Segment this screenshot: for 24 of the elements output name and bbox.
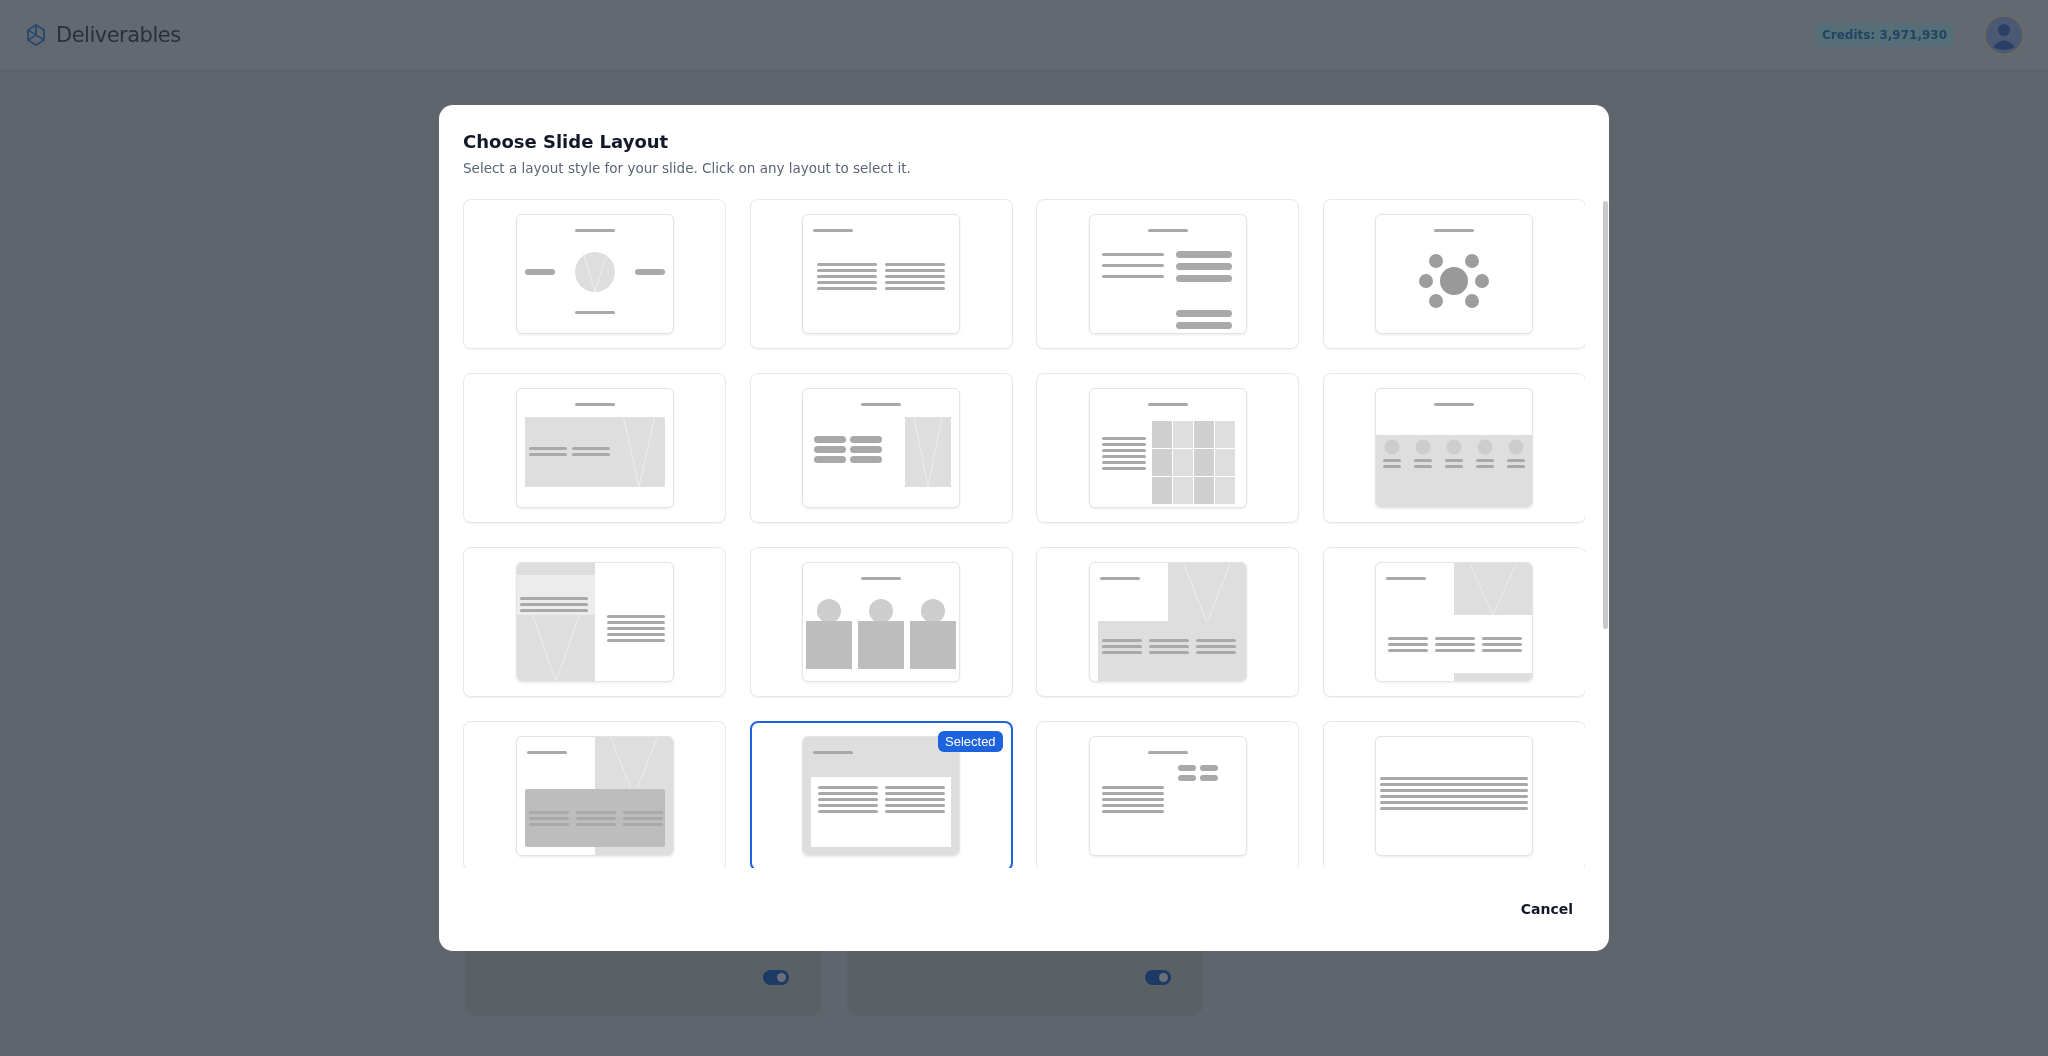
dialog-subtitle: Select a layout style for your slide. Click on any layout to select it. (463, 159, 912, 178)
selected-badge: Selected (938, 731, 1003, 752)
layout-card[interactable] (749, 547, 1013, 697)
layout-card[interactable] (1322, 547, 1585, 697)
layout-card[interactable] (1036, 199, 1300, 349)
layout-card[interactable]: Selected (749, 721, 1013, 868)
layout-card[interactable] (463, 373, 726, 523)
toggle-switch[interactable] (1145, 970, 1171, 985)
avatar-icon[interactable] (1984, 15, 2024, 55)
layout-card[interactable] (1322, 373, 1585, 523)
layout-card[interactable] (1036, 721, 1300, 868)
dialog-title: Choose Slide Layout (463, 130, 670, 154)
layout-card[interactable] (1036, 373, 1300, 523)
layout-card[interactable] (1036, 547, 1300, 697)
toggle-switch[interactable] (763, 970, 789, 985)
layout-card[interactable] (463, 721, 726, 868)
layout-card[interactable] (1322, 199, 1585, 349)
layout-card[interactable] (749, 373, 1013, 523)
scrollbar-thumb[interactable] (1603, 201, 1608, 629)
cancel-button[interactable]: Cancel (1508, 894, 1585, 923)
layout-card[interactable] (463, 547, 726, 697)
logo-icon (24, 23, 48, 47)
layout-card[interactable] (463, 199, 726, 349)
layout-card[interactable] (749, 199, 1013, 349)
